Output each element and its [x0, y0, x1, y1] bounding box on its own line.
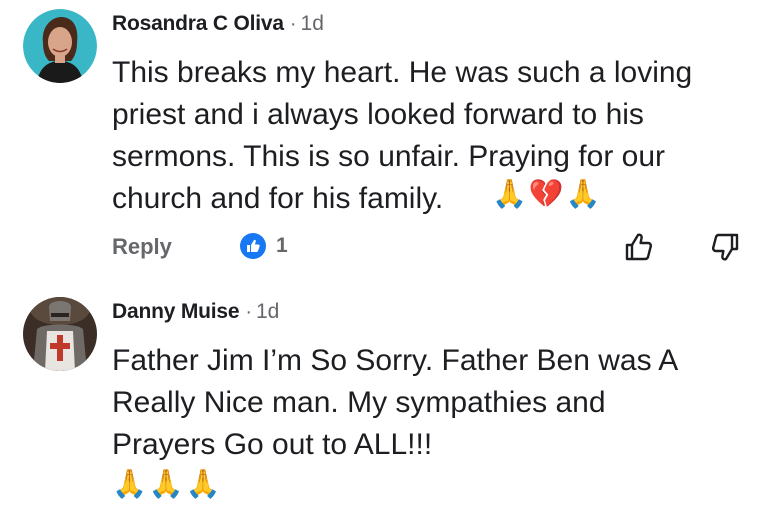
author-name[interactable]: Danny Muise [112, 300, 240, 323]
comment-item: Danny Muise · 1d Father Jim I’m So Sorry. … [0, 290, 768, 516]
comment-header: Rosandra C Oliva · 1d [112, 12, 324, 36]
comment-text: Father Jim I’m So Sorry. Father Ben was … [112, 344, 679, 461]
emoji-reactions: 🙏🙏🙏 [112, 467, 223, 500]
reply-button[interactable]: Reply [112, 234, 172, 260]
thumbs-up-outline-icon [625, 233, 653, 261]
like-count-number: 1 [276, 234, 288, 257]
timestamp[interactable]: 1d [301, 12, 324, 35]
emoji-reactions: 🙏💔🙏 [492, 177, 603, 210]
upvote-button[interactable] [622, 230, 656, 264]
timestamp[interactable]: 1d [256, 300, 279, 323]
comment-text: This breaks my heart. He was such a lovi… [112, 56, 693, 215]
author-name[interactable]: Rosandra C Oliva [112, 12, 284, 35]
comment-header: Danny Muise · 1d [112, 300, 279, 324]
downvote-button[interactable] [708, 230, 742, 264]
like-count[interactable]: 1 [240, 233, 288, 259]
thumbs-up-icon [240, 233, 266, 259]
separator-dot: · [289, 13, 297, 35]
avatar[interactable] [23, 9, 97, 83]
comment-item: Rosandra C Oliva · 1d This breaks my heart… [0, 0, 768, 290]
avatar[interactable] [23, 297, 97, 371]
thumbs-down-outline-icon [711, 233, 739, 261]
separator-dot: · [245, 301, 252, 323]
